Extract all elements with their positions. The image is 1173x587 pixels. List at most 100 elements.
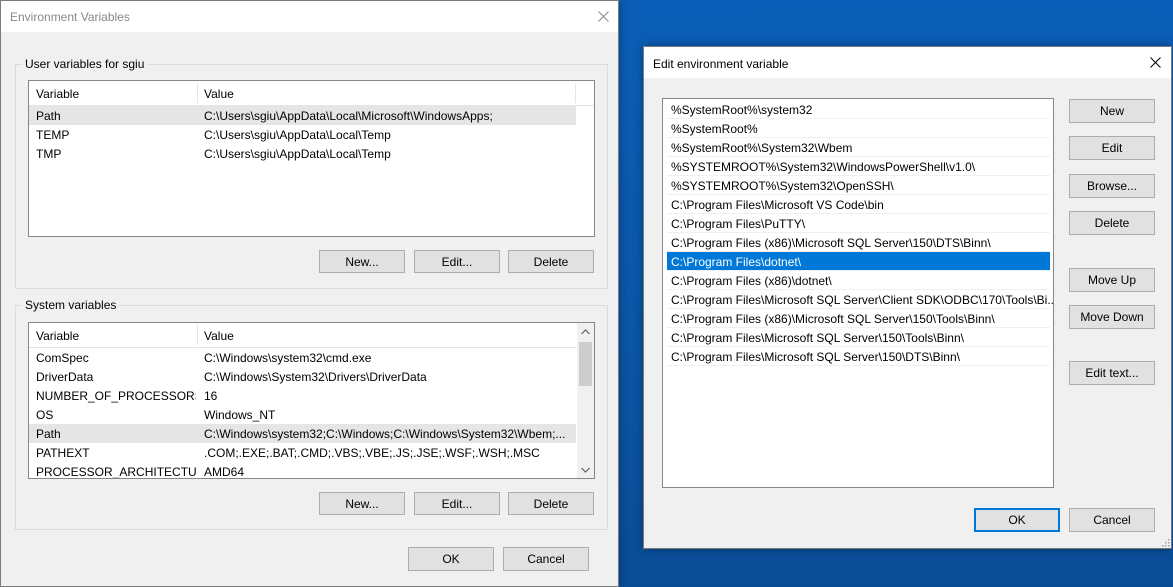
system-list-header: Variable Value — [29, 323, 577, 348]
edit-close-button[interactable] — [1139, 47, 1171, 78]
env-cancel-button[interactable]: Cancel — [503, 547, 589, 571]
variable-value-cell: C:\Users\sgiu\AppData\Local\Temp — [204, 147, 391, 161]
edit-edit-button[interactable]: Edit — [1069, 136, 1155, 160]
variable-name-cell: NUMBER_OF_PROCESSORS — [36, 389, 196, 403]
table-row[interactable]: PATHEXT .COM;.EXE;.BAT;.CMD;.VBS;.VBE;.JS… — [29, 443, 576, 462]
edit-new-button[interactable]: New — [1069, 99, 1155, 123]
variable-name-cell: DriverData — [36, 370, 94, 384]
path-entry-text: %SystemRoot% — [671, 122, 758, 136]
env-titlebar: Environment Variables — [1, 1, 618, 32]
list-item[interactable]: C:\Program Files\Microsoft SQL Server\15… — [667, 328, 1050, 347]
scroll-up-button[interactable] — [577, 323, 594, 340]
table-row[interactable]: Path C:\Windows\system32;C:\Windows;C:\Wi… — [29, 424, 576, 443]
table-row[interactable]: ComSpec C:\Windows\system32\cmd.exe — [29, 348, 576, 367]
path-entry-text: %SYSTEMROOT%\System32\WindowsPowerShell\… — [671, 160, 976, 174]
chevron-up-icon — [581, 328, 590, 334]
table-row[interactable]: Path C:\Users\sgiu\AppData\Local\Microsof… — [29, 106, 576, 125]
table-row[interactable]: TMP C:\Users\sgiu\AppData\Local\Temp — [29, 144, 576, 163]
table-row[interactable]: DriverData C:\Windows\System32\Drivers\Dr… — [29, 367, 576, 386]
env-ok-button[interactable]: OK — [408, 547, 494, 571]
user-new-button[interactable]: New... — [319, 250, 405, 273]
variable-name-cell: TEMP — [36, 128, 70, 142]
system-new-button[interactable]: New... — [319, 492, 405, 515]
scroll-down-button[interactable] — [577, 461, 594, 478]
user-delete-button[interactable]: Delete — [508, 250, 594, 273]
env-dialog-title: Environment Variables — [10, 10, 130, 24]
list-item[interactable]: %SYSTEMROOT%\System32\WindowsPowerShell\… — [667, 157, 1050, 176]
list-item[interactable]: C:\Program Files\Microsoft SQL Server\15… — [667, 347, 1050, 366]
env-close-button[interactable] — [588, 1, 618, 32]
edit-titlebar: Edit environment variable — [644, 47, 1171, 78]
variable-name-cell: PROCESSOR_ARCHITECTURE — [36, 465, 196, 479]
system-list-scrollbar[interactable] — [577, 323, 594, 478]
variable-value-cell: C:\Windows\System32\Drivers\DriverData — [204, 370, 427, 384]
list-item[interactable]: %SystemRoot%\system32 — [667, 100, 1050, 119]
path-entries-list[interactable]: %SystemRoot%\system32 %SystemRoot% %System… — [662, 98, 1054, 488]
table-row[interactable]: NUMBER_OF_PROCESSORS 16 — [29, 386, 576, 405]
table-row[interactable]: TEMP C:\Users\sgiu\AppData\Local\Temp — [29, 125, 576, 144]
edit-move-up-button[interactable]: Move Up — [1069, 268, 1155, 292]
path-entry-text: %SYSTEMROOT%\System32\OpenSSH\ — [671, 179, 894, 193]
column-separator — [575, 83, 576, 103]
variable-value-cell: .COM;.EXE;.BAT;.CMD;.VBS;.VBE;.JS;.JSE;.… — [204, 446, 540, 460]
system-edit-button[interactable]: Edit... — [414, 492, 500, 515]
user-col-variable[interactable]: Variable — [36, 87, 79, 101]
system-col-value[interactable]: Value — [204, 329, 234, 343]
user-list-header: Variable Value — [29, 81, 594, 106]
edit-environment-variable-dialog: Edit environment variable %SystemRoot%\s… — [643, 46, 1172, 549]
list-item[interactable]: C:\Program Files\PuTTY\ — [667, 214, 1050, 233]
variable-name-cell: TMP — [36, 147, 62, 161]
variable-value-cell: C:\Users\sgiu\AppData\Local\Microsoft\Wi… — [204, 109, 493, 123]
variable-value-cell: Windows_NT — [204, 408, 276, 422]
list-item[interactable]: %SystemRoot% — [667, 119, 1050, 138]
edit-dialog-title: Edit environment variable — [653, 57, 789, 71]
resize-grip-icon[interactable] — [1160, 537, 1170, 547]
edit-text-button[interactable]: Edit text... — [1069, 361, 1155, 385]
list-item[interactable]: C:\Program Files\dotnet\ — [667, 252, 1050, 271]
chevron-down-icon — [581, 467, 590, 473]
list-item[interactable]: C:\Program Files\Microsoft SQL Server\Cl… — [667, 290, 1053, 309]
path-entry-text: %SystemRoot%\system32 — [671, 103, 813, 117]
list-item[interactable]: C:\Program Files (x86)\Microsoft SQL Ser… — [667, 309, 1050, 328]
variable-value-cell: AMD64 — [204, 465, 245, 479]
list-item[interactable]: C:\Program Files\Microsoft VS Code\bin — [667, 195, 1050, 214]
system-delete-button[interactable]: Delete — [508, 492, 594, 515]
table-row[interactable]: PROCESSOR_ARCHITECTURE AMD64 — [29, 462, 576, 479]
user-edit-button[interactable]: Edit... — [414, 250, 500, 273]
environment-variables-dialog: Environment Variables User variables for… — [0, 0, 619, 587]
column-separator — [197, 325, 198, 345]
user-col-value[interactable]: Value — [204, 87, 234, 101]
list-item[interactable]: C:\Program Files (x86)\Microsoft SQL Ser… — [667, 233, 1050, 252]
table-row[interactable]: OS Windows_NT — [29, 405, 576, 424]
edit-ok-button[interactable]: OK — [974, 508, 1060, 532]
system-variables-list[interactable]: Variable Value ComSpec C:\Windows\system3… — [28, 322, 595, 479]
path-entry-text: C:\Program Files\PuTTY\ — [671, 217, 806, 231]
column-separator — [197, 83, 198, 103]
path-entry-text: C:\Program Files (x86)\dotnet\ — [671, 274, 832, 288]
list-item[interactable]: C:\Program Files (x86)\dotnet\ — [667, 271, 1050, 290]
close-icon — [597, 11, 609, 22]
close-icon — [1149, 57, 1161, 68]
variable-name-cell: OS — [36, 408, 54, 422]
variable-value-cell: C:\Windows\system32\cmd.exe — [204, 351, 372, 365]
edit-cancel-button[interactable]: Cancel — [1069, 508, 1155, 532]
system-col-variable[interactable]: Variable — [36, 329, 79, 343]
edit-move-down-button[interactable]: Move Down — [1069, 305, 1155, 329]
user-variables-label: User variables for sgiu — [22, 57, 148, 71]
variable-name-cell: ComSpec — [36, 351, 89, 365]
user-variables-list[interactable]: Variable Value Path C:\Users\sgiu\AppData… — [28, 80, 595, 237]
variable-name-cell: PATHEXT — [36, 446, 90, 460]
list-item[interactable]: %SystemRoot%\System32\Wbem — [667, 138, 1050, 157]
scroll-thumb[interactable] — [579, 342, 592, 386]
variable-name-cell: Path — [36, 427, 61, 441]
edit-delete-button[interactable]: Delete — [1069, 211, 1155, 235]
path-entry-text: C:\Program Files\Microsoft SQL Server\Cl… — [671, 293, 1054, 307]
path-entry-text: C:\Program Files\dotnet\ — [671, 255, 802, 269]
path-entry-text: C:\Program Files (x86)\Microsoft SQL Ser… — [671, 312, 995, 326]
path-entry-text: C:\Program Files (x86)\Microsoft SQL Ser… — [671, 236, 991, 250]
path-entry-text: C:\Program Files\Microsoft SQL Server\15… — [671, 331, 964, 345]
path-entry-text: C:\Program Files\Microsoft VS Code\bin — [671, 198, 884, 212]
variable-value-cell: C:\Windows\system32;C:\Windows;C:\Window… — [204, 427, 566, 441]
list-item[interactable]: %SYSTEMROOT%\System32\OpenSSH\ — [667, 176, 1050, 195]
edit-browse-button[interactable]: Browse... — [1069, 174, 1155, 198]
